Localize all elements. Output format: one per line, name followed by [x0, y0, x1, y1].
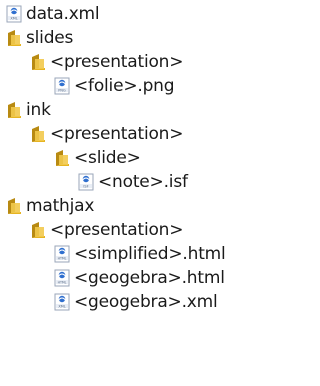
folder-icon — [6, 101, 22, 119]
html-file-icon: HTML — [54, 245, 70, 263]
tree-item-label: <note>.isf — [98, 172, 188, 192]
tree-item-label: data.xml — [26, 4, 100, 24]
isf-file-icon: ISF — [78, 173, 94, 191]
tree-item-simplified-html[interactable]: HTML <simplified>.html — [54, 242, 226, 266]
tree-item-label: <simplified>.html — [74, 244, 226, 264]
folder-icon — [6, 29, 22, 47]
svg-text:XML: XML — [58, 305, 65, 309]
tree-item-mathjax[interactable]: mathjax — [6, 194, 94, 218]
tree-item-label: <presentation> — [50, 52, 184, 72]
tree-item-label: <presentation> — [50, 124, 184, 144]
folder-icon — [30, 221, 46, 239]
html-file-icon: HTML — [54, 269, 70, 287]
tree-item-label: ink — [26, 100, 51, 120]
folder-icon — [6, 197, 22, 215]
tree-item-ink[interactable]: ink — [6, 98, 51, 122]
tree-item-presentation[interactable]: <presentation> — [30, 50, 183, 74]
tree-item-presentation[interactable]: <presentation> — [30, 122, 183, 146]
tree-item-note-isf[interactable]: ISF <note>.isf — [78, 170, 188, 194]
tree-item-label: slides — [26, 28, 74, 48]
svg-text:ISF: ISF — [83, 185, 88, 189]
tree-item-label: <folie>.png — [74, 76, 175, 96]
tree-item-folie-png[interactable]: PNG <folie>.png — [54, 74, 175, 98]
tree-item-slides[interactable]: slides — [6, 26, 73, 50]
svg-text:XML: XML — [10, 17, 17, 21]
tree-item-slide[interactable]: <slide> — [54, 146, 141, 170]
tree-item-label: <geogebra>.xml — [74, 292, 218, 312]
png-file-icon: PNG — [54, 77, 70, 95]
file-tree: XML data.xml slides <presentation> PNG <… — [0, 0, 292, 386]
folder-icon — [30, 125, 46, 143]
tree-item-geogebra-xml[interactable]: XML <geogebra>.xml — [54, 290, 218, 314]
svg-text:PNG: PNG — [58, 89, 66, 93]
tree-item-label: mathjax — [26, 196, 95, 216]
tree-item-label: <geogebra>.html — [74, 268, 225, 288]
tree-item-label: <presentation> — [50, 220, 184, 240]
tree-item-label: <slide> — [74, 148, 141, 168]
xml-file-icon: XML — [6, 5, 22, 23]
svg-text:HTML: HTML — [58, 281, 67, 285]
tree-item-presentation[interactable]: <presentation> — [30, 218, 183, 242]
folder-icon — [54, 149, 70, 167]
folder-icon — [30, 53, 46, 71]
xml-file-icon: XML — [54, 293, 70, 311]
tree-item-data-xml[interactable]: XML data.xml — [6, 2, 100, 26]
svg-text:HTML: HTML — [58, 257, 67, 261]
tree-item-geogebra-html[interactable]: HTML <geogebra>.html — [54, 266, 225, 290]
